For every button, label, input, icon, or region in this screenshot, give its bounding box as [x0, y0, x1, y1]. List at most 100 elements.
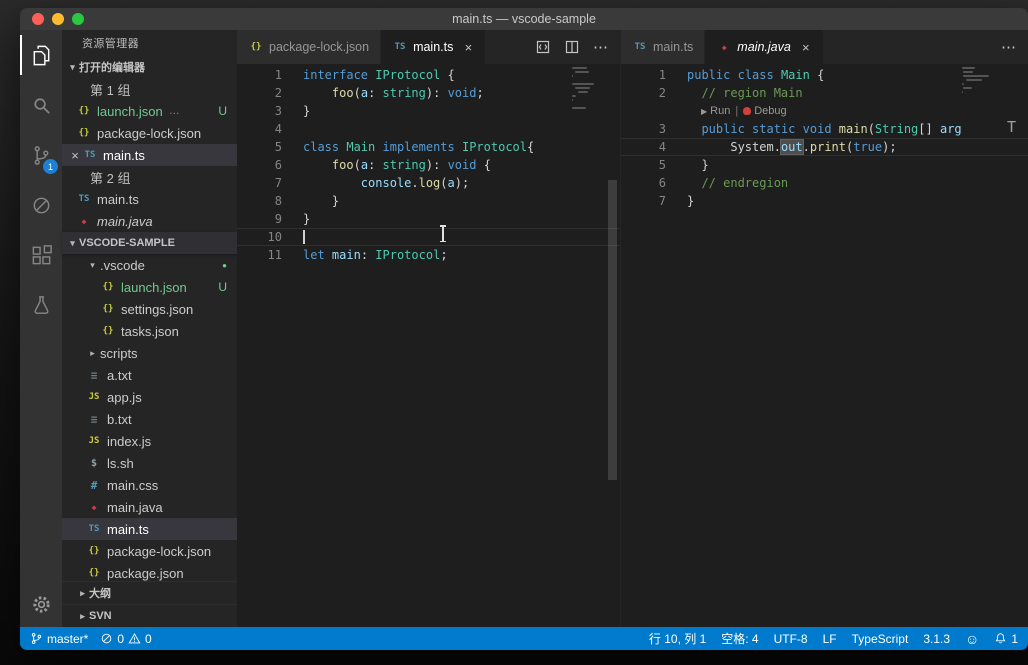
codelens-row[interactable]: ▶ Run | Debug	[621, 102, 1028, 120]
code-line[interactable]: 10	[237, 228, 620, 246]
test-beaker-icon[interactable]	[20, 280, 62, 330]
tree-file[interactable]: {} launch.json U	[62, 276, 237, 298]
code-line[interactable]: 7}	[621, 192, 1028, 210]
chevron-down-icon: ▾	[70, 237, 75, 248]
line-number: 11	[267, 248, 282, 262]
extensions-icon[interactable]	[20, 230, 62, 280]
close-tab-icon[interactable]: ×	[462, 40, 474, 55]
open-changes-icon[interactable]	[535, 39, 551, 55]
tree-file[interactable]: {} package-lock.json	[62, 540, 237, 562]
eol-type[interactable]: LF	[823, 632, 837, 646]
tree-folder[interactable]: ▸ scripts	[62, 342, 237, 364]
more-actions-icon[interactable]: ⋯	[1001, 38, 1017, 56]
file-name: index.js	[107, 433, 152, 449]
feedback-smiley-icon[interactable]: ☺	[965, 632, 979, 646]
editor-main-ts[interactable]: 1 interface IProtocol {2 foo(a: string): …	[237, 64, 620, 627]
ts-version[interactable]: 3.1.3	[923, 632, 950, 646]
close-window-button[interactable]	[32, 13, 44, 25]
settings-gear-icon[interactable]	[20, 581, 62, 627]
tree-file[interactable]: {} tasks.json	[62, 320, 237, 342]
open-editor-item[interactable]: TS main.ts	[62, 188, 237, 210]
minimap[interactable]	[962, 67, 996, 93]
debug-bug-icon	[743, 107, 752, 115]
more-actions-icon[interactable]: ⋯	[593, 38, 609, 56]
file-name: main.ts	[103, 147, 145, 163]
file-name: ls.sh	[107, 455, 134, 471]
debug-disabled-icon[interactable]	[20, 180, 62, 230]
minimap-line	[574, 71, 590, 73]
search-icon[interactable]	[20, 80, 62, 130]
open-editor-item[interactable]: {} package-lock.json	[62, 122, 237, 144]
run-play-icon[interactable]: ▶	[701, 107, 707, 116]
code-line[interactable]: 7 console.log(a);	[237, 174, 620, 192]
code-line[interactable]: 4 System.out.print(true);	[621, 138, 1028, 156]
line-number: 1	[274, 68, 282, 82]
tab-package-lock.json[interactable]: {} package-lock.json	[237, 30, 382, 64]
sidebar-bottom-sections: ▸ 大纲 ▸ SVN	[62, 581, 237, 627]
code-line[interactable]: 2 foo(a: string): void;	[237, 84, 620, 102]
codelens-run-link[interactable]: Run	[710, 105, 730, 117]
tab-main.ts[interactable]: TS main.ts ×	[381, 30, 487, 64]
tree-file[interactable]: ◆ main.java	[62, 496, 237, 518]
minimap-line	[577, 91, 589, 93]
code-line[interactable]: 1 interface IProtocol {	[237, 66, 620, 84]
code-line[interactable]: 3}	[237, 102, 620, 120]
warning-count: 0	[145, 631, 152, 646]
code-line[interactable]: 4	[237, 120, 620, 138]
problems-item[interactable]: 0 0	[100, 631, 152, 646]
ts-file-icon: TS	[634, 42, 646, 52]
source-control-icon[interactable]: 1	[20, 130, 62, 180]
section-open-editors[interactable]: ▾ 打开的编辑器	[62, 56, 237, 78]
code-line[interactable]: 9}	[237, 210, 620, 228]
scrollbar-slider[interactable]	[608, 180, 617, 480]
tree-file[interactable]: JS app.js	[62, 386, 237, 408]
code-area: 1 interface IProtocol {2 foo(a: string): …	[237, 64, 620, 627]
editor-main-java[interactable]: 1 public class Main {2 // region Main ▶ Run…	[621, 64, 1028, 627]
code-line[interactable]: 3 public static void main(String[] arg	[621, 120, 1028, 138]
tree-file[interactable]: ≡ b.txt	[62, 408, 237, 430]
cursor-position[interactable]: 行 10, 列 1	[649, 630, 706, 647]
language-mode[interactable]: TypeScript	[852, 632, 909, 646]
code-line[interactable]: 6 // endregion	[621, 174, 1028, 192]
split-editor-icon[interactable]	[564, 39, 580, 55]
js-file-icon: JS	[88, 436, 100, 446]
close-editor-icon[interactable]: ×	[68, 148, 82, 163]
minimize-window-button[interactable]	[52, 13, 64, 25]
codelens-debug-link[interactable]: Debug	[754, 105, 786, 117]
activity-bar: 1	[20, 30, 62, 627]
minimap-line	[963, 87, 972, 89]
section-root-folder[interactable]: ▾ VSCODE-SAMPLE	[62, 232, 237, 254]
explorer-icon[interactable]	[20, 30, 62, 80]
tab-main.java[interactable]: ◆ main.java ×	[705, 30, 824, 64]
code-line[interactable]: 5 class Main implements IProtocol{	[237, 138, 620, 156]
section-svn[interactable]: ▸ SVN	[62, 604, 237, 627]
tree-file[interactable]: ≡ a.txt	[62, 364, 237, 386]
open-editor-item[interactable]: {} launch.json … U	[62, 100, 237, 122]
code-line[interactable]: 6 foo(a: string): void {	[237, 156, 620, 174]
titlebar[interactable]: main.ts — vscode-sample	[20, 8, 1028, 30]
code-line[interactable]: 8 }	[237, 192, 620, 210]
line-number: 7	[658, 194, 666, 208]
tree-file[interactable]: {} package.json	[62, 562, 237, 581]
tree-file[interactable]: TS main.ts	[62, 518, 237, 540]
code-line[interactable]: 11 let main: IProtocol;	[237, 246, 620, 264]
open-editor-item[interactable]: × TS main.ts	[62, 144, 237, 166]
open-editor-item[interactable]: ◆ main.java	[62, 210, 237, 232]
notifications-bell[interactable]: 1	[994, 632, 1018, 646]
chevron-right-icon: ▸	[80, 587, 85, 598]
tree-file[interactable]: JS index.js	[62, 430, 237, 452]
tree-file[interactable]: $ ls.sh	[62, 452, 237, 474]
git-branch-item[interactable]: master*	[30, 632, 88, 646]
tree-folder[interactable]: ▾ .vscode ●	[62, 254, 237, 276]
zoom-window-button[interactable]	[72, 13, 84, 25]
close-tab-icon[interactable]: ×	[800, 40, 812, 55]
tree-file[interactable]: {} settings.json	[62, 298, 237, 320]
code-line[interactable]: 5 }	[621, 156, 1028, 174]
tab-main.ts[interactable]: TS main.ts	[621, 30, 706, 64]
indentation[interactable]: 空格: 4	[721, 630, 758, 647]
minimap[interactable]	[572, 67, 606, 109]
encoding[interactable]: UTF-8	[774, 632, 808, 646]
minimap-line	[962, 91, 963, 93]
section-outline[interactable]: ▸ 大纲	[62, 581, 237, 604]
tree-file[interactable]: # main.css	[62, 474, 237, 496]
